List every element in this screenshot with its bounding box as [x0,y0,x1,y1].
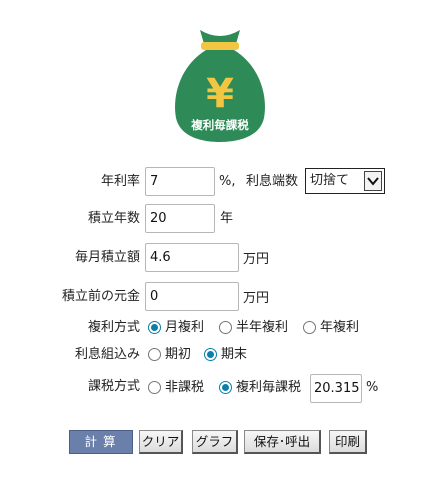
principal-label: 積立前の元金 [61,289,140,304]
principal-input[interactable]: 0 [145,282,239,311]
logo-text: 複利毎課税 [191,118,249,132]
clear-button[interactable]: クリア [139,430,183,454]
timing-radio-start[interactable] [148,348,161,361]
compound-radio-yearly[interactable] [303,321,316,334]
compound-label: 複利方式 [87,320,140,335]
tax-option-none[interactable]: 非課税 [165,380,204,396]
rounding-label: 利息端数 [246,174,299,189]
compound-option-monthly[interactable]: 月複利 [165,320,204,336]
money-bag-logo: ¥ 複利毎課税 [170,26,270,146]
graph-button[interactable]: グラフ [192,430,238,454]
timing-option-end[interactable]: 期末 [221,347,247,363]
calculate-button[interactable]: 計算 [69,430,133,454]
rate-label: 年利率 [100,174,140,189]
monthly-input[interactable]: 4.6 [145,243,239,272]
tax-rate-input[interactable]: 20.315 [310,374,362,403]
rate-input[interactable]: 7 [145,167,215,196]
rounding-select[interactable]: 切捨て [305,168,385,194]
save-load-button[interactable]: 保存･呼出 [244,430,321,454]
years-input[interactable]: 20 [145,204,215,233]
rate-unit: %, [219,174,236,189]
compound-radio-halfyear[interactable] [219,321,232,334]
tax-option-compound[interactable]: 複利毎課税 [236,380,301,396]
compound-radio-monthly[interactable] [148,321,161,334]
years-unit: 年 [220,211,234,226]
dropdown-arrow[interactable] [364,171,382,191]
yen-symbol: ¥ [206,71,234,117]
compound-option-yearly[interactable]: 年複利 [320,320,359,336]
compound-option-halfyear[interactable]: 半年複利 [236,320,288,336]
monthly-unit: 万円 [243,252,270,267]
years-label: 積立年数 [87,211,140,226]
tax-radio-compound[interactable] [219,381,232,394]
tax-label: 課税方式 [87,379,140,394]
monthly-label: 毎月積立額 [74,250,140,265]
interest-timing-label: 利息組込み [74,347,140,362]
chevron-down-icon [367,177,379,186]
print-button[interactable]: 印刷 [329,430,367,454]
tax-rate-unit: % [366,380,379,395]
tax-radio-none[interactable] [148,381,161,394]
timing-option-start[interactable]: 期初 [165,347,191,363]
timing-radio-end[interactable] [204,348,217,361]
principal-unit: 万円 [243,291,270,306]
rounding-selected-value: 切捨て [310,173,350,188]
